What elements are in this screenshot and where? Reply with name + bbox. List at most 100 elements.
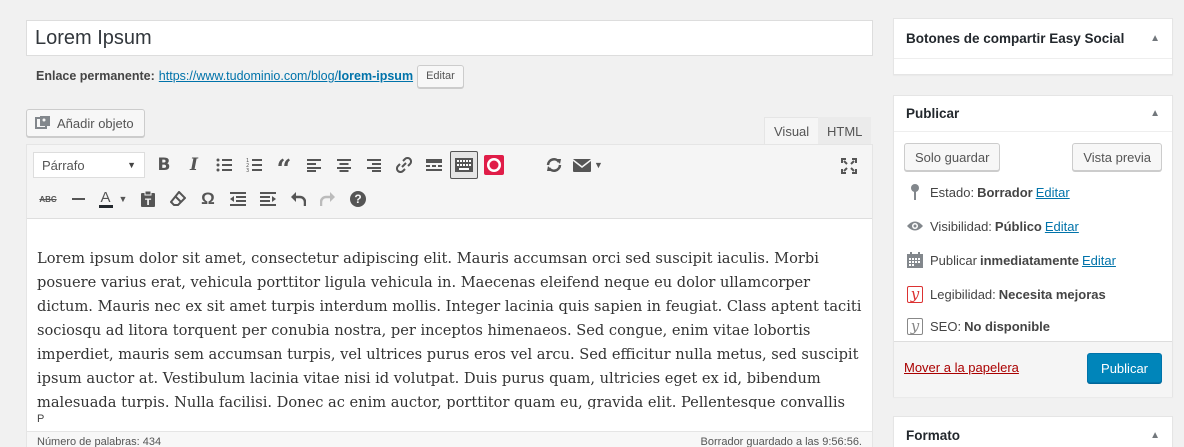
element-path: P bbox=[37, 413, 45, 425]
redo-button[interactable] bbox=[313, 185, 343, 213]
add-media-button[interactable]: Añadir objeto bbox=[26, 109, 145, 137]
readability-score: y Legibilidad: Necesita mejoras bbox=[904, 284, 1162, 304]
caret-down-icon: ▼ bbox=[594, 160, 603, 170]
bold-icon: B bbox=[157, 155, 171, 175]
link-icon bbox=[396, 157, 412, 173]
bullet-list-icon bbox=[216, 158, 232, 172]
format-box-title: Formato bbox=[906, 427, 960, 443]
permalink-link[interactable]: https://www.tudominio.com/blog/lorem-ips… bbox=[159, 69, 413, 83]
readability-label: Legibilidad: bbox=[930, 286, 996, 302]
share-buttons-header[interactable]: Botones de compartir Easy Social ▲ bbox=[894, 19, 1172, 59]
tab-html[interactable]: HTML bbox=[818, 117, 872, 145]
horizontal-line-button[interactable] bbox=[63, 185, 93, 213]
publish-box-title: Publicar bbox=[906, 106, 960, 121]
clear-formatting-button[interactable] bbox=[163, 185, 193, 213]
add-media-label: Añadir objeto bbox=[57, 115, 134, 131]
yoast-readability-icon: y bbox=[904, 285, 926, 303]
outdent-icon bbox=[230, 192, 246, 206]
undo-button[interactable] bbox=[283, 185, 313, 213]
indent-icon bbox=[260, 192, 276, 206]
editor-toolbar: Párrafo ▼ B I 123 “ ▼ ABC A ▼ T Ω ? bbox=[27, 145, 872, 219]
edit-status-link[interactable]: Editar bbox=[1036, 185, 1070, 200]
help-icon: ? bbox=[350, 191, 366, 207]
insert-link-button[interactable] bbox=[389, 151, 419, 179]
numbered-list-button[interactable]: 123 bbox=[239, 151, 269, 179]
format-select-value: Párrafo bbox=[42, 157, 85, 173]
blockquote-button[interactable]: “ bbox=[269, 151, 299, 185]
bold-button[interactable]: B bbox=[149, 151, 179, 179]
move-to-trash-link[interactable]: Mover a la papelera bbox=[904, 360, 1019, 375]
email-dropdown-button[interactable]: ▼ bbox=[569, 151, 607, 179]
bullet-list-button[interactable] bbox=[209, 151, 239, 179]
eraser-icon bbox=[170, 191, 186, 206]
quote-icon: “ bbox=[276, 155, 292, 185]
autosave-status: Borrador guardado a las 9:56:56. bbox=[700, 436, 862, 447]
keyboard-icon bbox=[455, 158, 473, 172]
align-right-button[interactable] bbox=[359, 151, 389, 179]
publish-box-header[interactable]: Publicar ▲ bbox=[894, 96, 1172, 132]
permalink-slug: lorem-ipsum bbox=[338, 69, 414, 83]
align-center-button[interactable] bbox=[329, 151, 359, 179]
share-buttons-title: Botones de compartir Easy Social bbox=[906, 31, 1125, 46]
post-visibility: Visibilidad: Público Editar bbox=[904, 216, 1162, 236]
edit-permalink-button[interactable]: Editar bbox=[417, 64, 464, 88]
indent-button[interactable] bbox=[253, 185, 283, 213]
post-schedule: Publicar inmediatamente Editar bbox=[904, 250, 1162, 270]
outdent-button[interactable] bbox=[223, 185, 253, 213]
permalink-row: Enlace permanente: https://www.tudominio… bbox=[36, 64, 464, 88]
post-status: Estado: Borrador Editar bbox=[904, 182, 1162, 202]
clipboard-icon: T bbox=[141, 191, 155, 207]
visibility-value: Público bbox=[994, 218, 1042, 234]
schedule-value: inmediatamente bbox=[979, 252, 1079, 268]
format-select[interactable]: Párrafo ▼ bbox=[33, 152, 145, 178]
toolbar-toggle-button[interactable] bbox=[450, 151, 478, 179]
permalink-base: https://www.tudominio.com/blog/ bbox=[158, 69, 339, 83]
strikethrough-button[interactable]: ABC bbox=[33, 185, 63, 213]
caret-down-icon: ▼ bbox=[118, 194, 128, 204]
fullscreen-icon bbox=[841, 158, 857, 174]
save-draft-button[interactable]: Solo guardar bbox=[904, 143, 1001, 171]
status-value: Borrador bbox=[977, 184, 1033, 200]
post-title-input[interactable]: Lorem Ipsum bbox=[26, 20, 873, 56]
special-character-button[interactable]: Ω bbox=[193, 185, 223, 213]
format-box-header[interactable]: Formato ▲ bbox=[894, 417, 1172, 447]
read-more-icon bbox=[426, 159, 442, 171]
editor-content[interactable]: Lorem ipsum dolor sit amet, consectetur … bbox=[37, 247, 862, 409]
publish-box: Publicar ▲ Solo guardar Vista previa Est… bbox=[893, 95, 1173, 397]
preview-button[interactable]: Vista previa bbox=[1072, 143, 1162, 171]
align-left-icon bbox=[307, 159, 321, 172]
permalink-label: Enlace permanente: bbox=[36, 69, 155, 83]
media-icon bbox=[35, 115, 51, 131]
svg-text:T: T bbox=[145, 198, 152, 207]
plugin-button[interactable] bbox=[479, 151, 509, 179]
text-color-button[interactable]: A ▼ bbox=[93, 185, 133, 213]
paste-as-text-button[interactable]: T bbox=[133, 185, 163, 213]
seo-label: SEO: bbox=[930, 318, 962, 334]
collapse-arrow-icon[interactable]: ▲ bbox=[1150, 430, 1160, 441]
read-more-button[interactable] bbox=[419, 151, 449, 179]
edit-visibility-link[interactable]: Editar bbox=[1045, 219, 1079, 234]
status-label: Estado: bbox=[930, 184, 975, 200]
strikethrough-icon: ABC bbox=[39, 194, 57, 204]
visibility-label: Visibilidad: bbox=[930, 218, 992, 234]
seo-score: y SEO: No disponible bbox=[904, 316, 1162, 336]
publish-major-actions: Mover a la papelera Publicar bbox=[894, 341, 1172, 397]
collapse-arrow-icon[interactable]: ▲ bbox=[1150, 33, 1160, 44]
yoast-seo-icon: y bbox=[904, 317, 926, 335]
sync-button[interactable] bbox=[539, 151, 569, 179]
edit-schedule-link[interactable]: Editar bbox=[1082, 253, 1116, 268]
format-box: Formato ▲ bbox=[893, 416, 1173, 447]
italic-button[interactable]: I bbox=[179, 151, 209, 179]
collapse-arrow-icon[interactable]: ▲ bbox=[1150, 108, 1160, 119]
horizontal-line-icon bbox=[71, 198, 85, 200]
tab-visual[interactable]: Visual bbox=[764, 117, 820, 145]
editor-statusbar: Número de palabras: 434 Borrador guardad… bbox=[27, 431, 872, 447]
calendar-icon bbox=[904, 251, 926, 269]
undo-icon bbox=[291, 192, 306, 206]
fullscreen-button[interactable] bbox=[834, 152, 864, 180]
publish-button[interactable]: Publicar bbox=[1087, 353, 1162, 383]
keyboard-shortcuts-button[interactable]: ? bbox=[343, 185, 373, 213]
schedule-label: Publicar bbox=[930, 252, 977, 268]
align-left-button[interactable] bbox=[299, 151, 329, 179]
envelope-icon bbox=[573, 158, 592, 172]
